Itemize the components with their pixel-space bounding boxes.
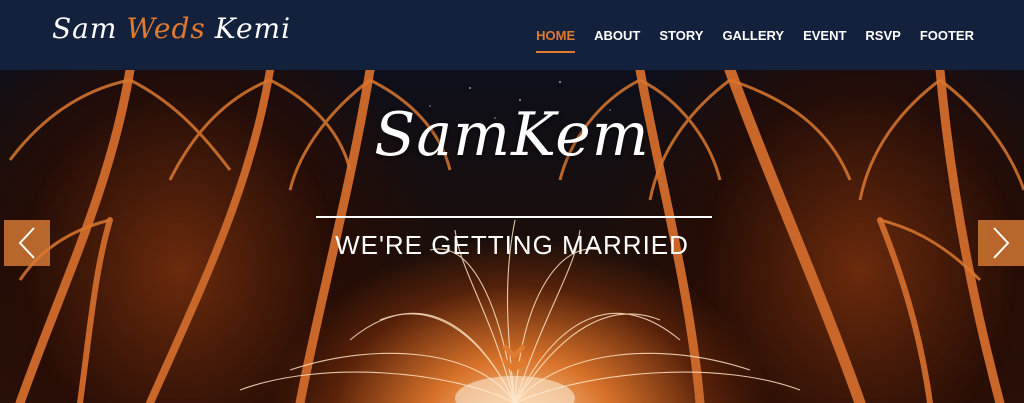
nav-rsvp[interactable]: RSVP xyxy=(865,24,900,47)
hero-title: SamKem xyxy=(374,100,650,170)
nav-home[interactable]: HOME xyxy=(536,24,576,53)
hero-subtitle: WE'RE GETTING MARRIED xyxy=(335,230,689,260)
nav-footer[interactable]: FOOTER xyxy=(920,24,974,47)
chevron-left-icon xyxy=(18,227,35,259)
slider-next-button[interactable] xyxy=(978,220,1024,266)
slider-prev-button[interactable] xyxy=(4,220,50,266)
site-logo[interactable]: Sam Weds Kemi xyxy=(52,12,291,45)
nav-gallery[interactable]: GALLERY xyxy=(722,24,784,47)
nav-story[interactable]: STORY xyxy=(659,24,703,47)
double-chevron-down-icon[interactable] xyxy=(500,342,528,376)
nav-event[interactable]: EVENT xyxy=(803,24,846,47)
logo-weds: Weds xyxy=(126,12,206,45)
navbar: Sam Weds Kemi HOME ABOUT STORY GALLERY E… xyxy=(0,0,1024,70)
logo-name-sam: Sam xyxy=(52,12,118,45)
chevron-right-icon xyxy=(993,227,1010,259)
nav-about[interactable]: ABOUT xyxy=(594,24,640,47)
logo-name-kemi: Kemi xyxy=(214,12,292,45)
main-menu: HOME ABOUT STORY GALLERY EVENT RSVP FOOT… xyxy=(536,0,974,70)
hero-divider xyxy=(316,216,712,218)
hero-slider: SamKem WE'RE GETTING MARRIED xyxy=(0,70,1024,403)
